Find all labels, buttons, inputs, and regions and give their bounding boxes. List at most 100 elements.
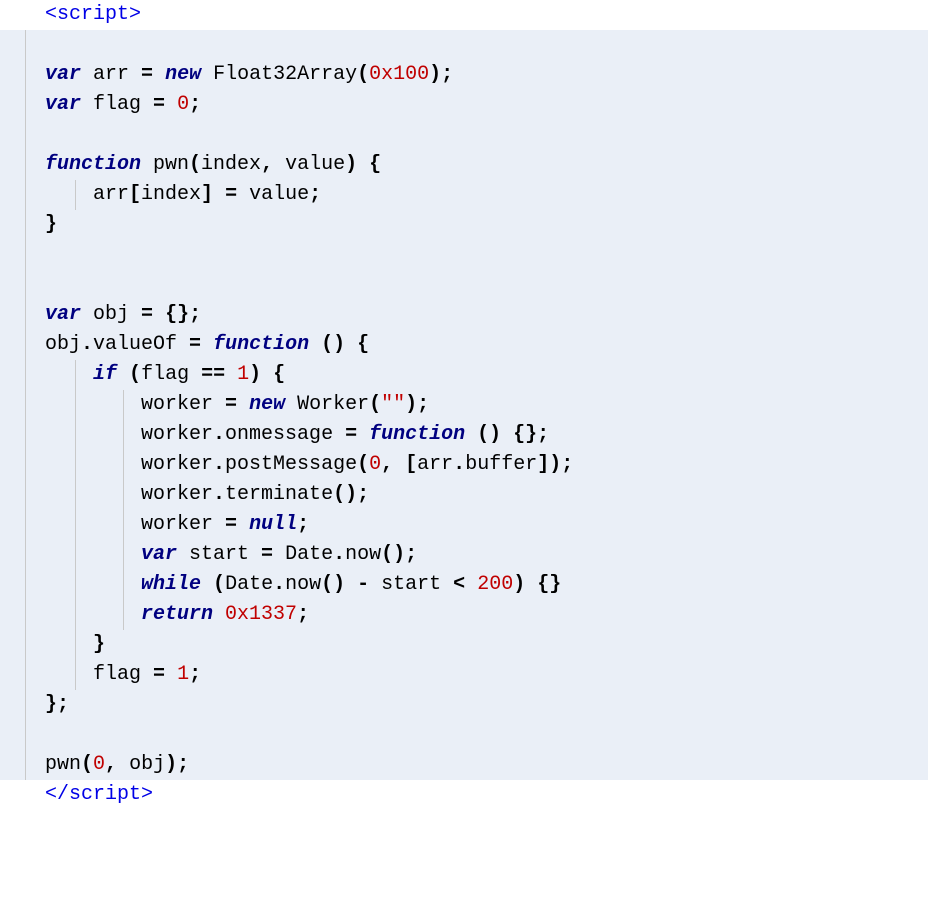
token-id bbox=[165, 93, 177, 116]
token-id: obj bbox=[81, 303, 141, 326]
token-op: = bbox=[141, 63, 153, 86]
token-punct: , bbox=[261, 153, 273, 176]
token-id: arr bbox=[45, 183, 129, 206]
token-id bbox=[225, 363, 237, 386]
token-punct: ( bbox=[357, 63, 369, 86]
indent-guide bbox=[25, 360, 26, 390]
token-kw: new bbox=[165, 63, 201, 86]
token-punct: . bbox=[213, 423, 225, 446]
indent-guide bbox=[25, 570, 26, 600]
code-block: <script> var arr = new Float32Array(0x10… bbox=[0, 0, 928, 810]
token-op: = bbox=[225, 183, 237, 206]
token-punct: ; bbox=[297, 513, 309, 536]
token-id: pwn bbox=[141, 153, 189, 176]
token-op: - bbox=[357, 573, 369, 596]
code-line: var start = Date.now(); bbox=[0, 540, 928, 570]
token-punct: . bbox=[81, 333, 93, 356]
token-kw: while bbox=[141, 573, 201, 596]
code-line bbox=[0, 720, 928, 750]
token-num: 200 bbox=[477, 573, 513, 596]
indent-guide bbox=[123, 450, 124, 480]
token-punct: ) bbox=[249, 363, 261, 386]
code-line: return 0x1337; bbox=[0, 600, 928, 630]
token-kw: var bbox=[45, 303, 81, 326]
token-id bbox=[45, 573, 141, 596]
token-id: worker bbox=[45, 513, 225, 536]
indent-guide bbox=[75, 660, 76, 690]
indent-guide bbox=[25, 450, 26, 480]
token-id bbox=[393, 453, 405, 476]
token-punct: ( bbox=[81, 753, 93, 776]
code-line: arr[index] = value; bbox=[0, 180, 928, 210]
token-id: now bbox=[345, 543, 381, 566]
token-punct: ; bbox=[309, 183, 321, 206]
token-id bbox=[45, 603, 141, 626]
token-id bbox=[261, 363, 273, 386]
token-id: Float32Array bbox=[201, 63, 357, 86]
token-punct: (); bbox=[381, 543, 417, 566]
indent-guide bbox=[25, 90, 26, 120]
code-line: }; bbox=[0, 690, 928, 720]
token-num: 0x1337 bbox=[225, 603, 297, 626]
token-punct: {}; bbox=[165, 303, 201, 326]
token-punct: { bbox=[357, 333, 369, 356]
token-id: worker bbox=[45, 483, 213, 506]
token-id bbox=[309, 333, 321, 356]
indent-guide bbox=[25, 660, 26, 690]
token-id: value bbox=[237, 183, 309, 206]
token-op: = bbox=[153, 663, 165, 686]
token-op: = bbox=[261, 543, 273, 566]
token-punct: ( bbox=[189, 153, 201, 176]
indent-guide bbox=[25, 330, 26, 360]
token-id bbox=[501, 423, 513, 446]
token-op: = bbox=[225, 393, 237, 416]
token-punct: () bbox=[477, 423, 501, 446]
token-id bbox=[213, 603, 225, 626]
token-id bbox=[213, 183, 225, 206]
token-id bbox=[345, 573, 357, 596]
token-punct: . bbox=[333, 543, 345, 566]
token-punct: { bbox=[369, 153, 381, 176]
indent-guide bbox=[25, 480, 26, 510]
indent-guide bbox=[123, 390, 124, 420]
code-line bbox=[0, 270, 928, 300]
indent-guide bbox=[25, 210, 26, 240]
token-kw: var bbox=[45, 93, 81, 116]
token-punct: ; bbox=[297, 603, 309, 626]
token-id: arr bbox=[417, 453, 453, 476]
code-line: </script> bbox=[0, 780, 928, 810]
indent-guide bbox=[123, 570, 124, 600]
token-id: index bbox=[201, 153, 261, 176]
token-id bbox=[357, 423, 369, 446]
indent-guide bbox=[123, 540, 124, 570]
token-punct: () bbox=[321, 573, 345, 596]
token-kw: var bbox=[45, 63, 81, 86]
token-id: obj bbox=[45, 333, 81, 356]
token-id bbox=[237, 393, 249, 416]
token-id: flag bbox=[81, 93, 153, 116]
token-id: postMessage bbox=[225, 453, 357, 476]
code-line bbox=[0, 30, 928, 60]
indent-guide bbox=[75, 510, 76, 540]
token-num: 0x100 bbox=[369, 63, 429, 86]
token-id: worker bbox=[45, 393, 225, 416]
indent-guide bbox=[25, 150, 26, 180]
indent-guide bbox=[25, 420, 26, 450]
token-id bbox=[45, 633, 93, 656]
indent-guide bbox=[75, 480, 76, 510]
indent-guide bbox=[25, 540, 26, 570]
code-line: if (flag == 1) { bbox=[0, 360, 928, 390]
token-punct: ; bbox=[189, 663, 201, 686]
token-id bbox=[153, 303, 165, 326]
token-id bbox=[45, 363, 93, 386]
indent-guide bbox=[75, 180, 76, 210]
token-id: pwn bbox=[45, 753, 81, 776]
token-id: Date bbox=[225, 573, 273, 596]
code-line: var arr = new Float32Array(0x100); bbox=[0, 60, 928, 90]
token-id: value bbox=[273, 153, 345, 176]
indent-guide bbox=[123, 480, 124, 510]
token-id: now bbox=[285, 573, 321, 596]
code-line bbox=[0, 240, 928, 270]
code-line: function pwn(index, value) { bbox=[0, 150, 928, 180]
token-kw: var bbox=[141, 543, 177, 566]
